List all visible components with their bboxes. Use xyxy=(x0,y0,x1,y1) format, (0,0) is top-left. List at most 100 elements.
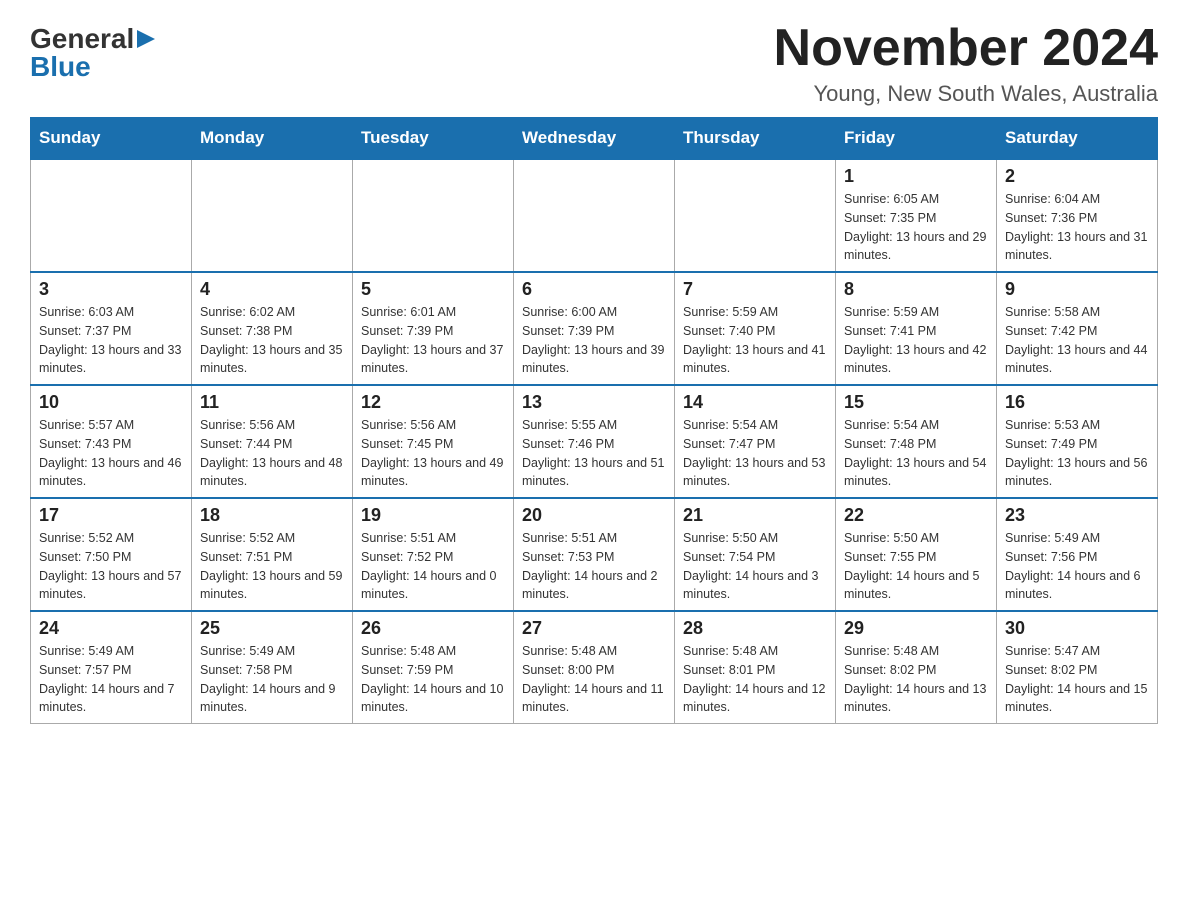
day-number: 2 xyxy=(1005,166,1149,187)
title-block: November 2024 Young, New South Wales, Au… xyxy=(774,20,1158,107)
day-number: 18 xyxy=(200,505,344,526)
calendar-cell: 19 Sunrise: 5:51 AMSunset: 7:52 PMDayligh… xyxy=(353,498,514,611)
day-info: Sunrise: 5:56 AMSunset: 7:44 PMDaylight:… xyxy=(200,416,344,491)
calendar-cell: 21 Sunrise: 5:50 AMSunset: 7:54 PMDayligh… xyxy=(675,498,836,611)
calendar-cell: 20 Sunrise: 5:51 AMSunset: 7:53 PMDayligh… xyxy=(514,498,675,611)
day-info: Sunrise: 5:50 AMSunset: 7:54 PMDaylight:… xyxy=(683,529,827,604)
day-info: Sunrise: 5:59 AMSunset: 7:40 PMDaylight:… xyxy=(683,303,827,378)
calendar-header-row: SundayMondayTuesdayWednesdayThursdayFrid… xyxy=(31,118,1158,160)
calendar-cell: 22Sunrise: 5:50 AMSunset: 7:55 PMDayligh… xyxy=(836,498,997,611)
day-number: 19 xyxy=(361,505,505,526)
day-number: 11 xyxy=(200,392,344,413)
day-info: Sunrise: 6:00 AMSunset: 7:39 PMDaylight:… xyxy=(522,303,666,378)
day-number: 10 xyxy=(39,392,183,413)
day-info: Sunrise: 5:51 AMSunset: 7:53 PMDaylight:… xyxy=(522,529,666,604)
calendar-cell: 2 Sunrise: 6:04 AMSunset: 7:36 PMDaylight… xyxy=(997,159,1158,272)
day-info: Sunrise: 5:48 AMSunset: 8:01 PMDaylight:… xyxy=(683,642,827,717)
column-header-saturday: Saturday xyxy=(997,118,1158,160)
day-number: 8 xyxy=(844,279,988,300)
calendar-table: SundayMondayTuesdayWednesdayThursdayFrid… xyxy=(30,117,1158,724)
calendar-cell: 18 Sunrise: 5:52 AMSunset: 7:51 PMDayligh… xyxy=(192,498,353,611)
calendar-cell: 1 Sunrise: 6:05 AMSunset: 7:35 PMDaylight… xyxy=(836,159,997,272)
day-info: Sunrise: 6:03 AMSunset: 7:37 PMDaylight:… xyxy=(39,303,183,378)
month-title: November 2024 xyxy=(774,20,1158,77)
column-header-monday: Monday xyxy=(192,118,353,160)
day-info: Sunrise: 5:49 AMSunset: 7:58 PMDaylight:… xyxy=(200,642,344,717)
column-header-tuesday: Tuesday xyxy=(353,118,514,160)
day-number: 30 xyxy=(1005,618,1149,639)
day-info: Sunrise: 6:01 AMSunset: 7:39 PMDaylight:… xyxy=(361,303,505,378)
day-number: 16 xyxy=(1005,392,1149,413)
day-info: Sunrise: 5:49 AMSunset: 7:57 PMDaylight:… xyxy=(39,642,183,717)
day-info: Sunrise: 5:51 AMSunset: 7:52 PMDaylight:… xyxy=(361,529,505,604)
calendar-cell: 16 Sunrise: 5:53 AMSunset: 7:49 PMDayligh… xyxy=(997,385,1158,498)
logo: General Blue xyxy=(30,20,155,81)
calendar-cell xyxy=(675,159,836,272)
calendar-cell: 28 Sunrise: 5:48 AMSunset: 8:01 PMDayligh… xyxy=(675,611,836,724)
day-number: 23 xyxy=(1005,505,1149,526)
day-number: 22 xyxy=(844,505,988,526)
day-number: 9 xyxy=(1005,279,1149,300)
day-info: Sunrise: 5:49 AMSunset: 7:56 PMDaylight:… xyxy=(1005,529,1149,604)
calendar-cell: 10 Sunrise: 5:57 AMSunset: 7:43 PMDayligh… xyxy=(31,385,192,498)
day-number: 14 xyxy=(683,392,827,413)
calendar-cell: 7 Sunrise: 5:59 AMSunset: 7:40 PMDaylight… xyxy=(675,272,836,385)
calendar-cell: 26Sunrise: 5:48 AMSunset: 7:59 PMDayligh… xyxy=(353,611,514,724)
logo-general-text: General xyxy=(30,25,134,53)
day-info: Sunrise: 5:57 AMSunset: 7:43 PMDaylight:… xyxy=(39,416,183,491)
calendar-cell xyxy=(31,159,192,272)
day-number: 28 xyxy=(683,618,827,639)
page-header: General Blue November 2024 Young, New So… xyxy=(30,20,1158,107)
calendar-cell: 5Sunrise: 6:01 AMSunset: 7:39 PMDaylight… xyxy=(353,272,514,385)
day-number: 20 xyxy=(522,505,666,526)
calendar-cell: 6 Sunrise: 6:00 AMSunset: 7:39 PMDaylight… xyxy=(514,272,675,385)
day-number: 12 xyxy=(361,392,505,413)
calendar-week-5: 24 Sunrise: 5:49 AMSunset: 7:57 PMDayligh… xyxy=(31,611,1158,724)
day-info: Sunrise: 5:52 AMSunset: 7:50 PMDaylight:… xyxy=(39,529,183,604)
location-subtitle: Young, New South Wales, Australia xyxy=(774,81,1158,107)
calendar-cell: 4Sunrise: 6:02 AMSunset: 7:38 PMDaylight… xyxy=(192,272,353,385)
calendar-cell: 29 Sunrise: 5:48 AMSunset: 8:02 PMDayligh… xyxy=(836,611,997,724)
day-number: 3 xyxy=(39,279,183,300)
day-number: 4 xyxy=(200,279,344,300)
calendar-cell: 23 Sunrise: 5:49 AMSunset: 7:56 PMDayligh… xyxy=(997,498,1158,611)
column-header-thursday: Thursday xyxy=(675,118,836,160)
day-info: Sunrise: 5:58 AMSunset: 7:42 PMDaylight:… xyxy=(1005,303,1149,378)
day-number: 29 xyxy=(844,618,988,639)
day-info: Sunrise: 5:48 AMSunset: 7:59 PMDaylight:… xyxy=(361,642,505,717)
day-number: 25 xyxy=(200,618,344,639)
day-info: Sunrise: 5:59 AMSunset: 7:41 PMDaylight:… xyxy=(844,303,988,378)
day-info: Sunrise: 5:48 AMSunset: 8:00 PMDaylight:… xyxy=(522,642,666,717)
day-info: Sunrise: 5:54 AMSunset: 7:47 PMDaylight:… xyxy=(683,416,827,491)
day-number: 21 xyxy=(683,505,827,526)
calendar-cell: 24 Sunrise: 5:49 AMSunset: 7:57 PMDayligh… xyxy=(31,611,192,724)
column-header-friday: Friday xyxy=(836,118,997,160)
day-number: 1 xyxy=(844,166,988,187)
day-info: Sunrise: 6:05 AMSunset: 7:35 PMDaylight:… xyxy=(844,190,988,265)
calendar-week-1: 1 Sunrise: 6:05 AMSunset: 7:35 PMDaylight… xyxy=(31,159,1158,272)
calendar-cell: 15Sunrise: 5:54 AMSunset: 7:48 PMDayligh… xyxy=(836,385,997,498)
calendar-cell: 14 Sunrise: 5:54 AMSunset: 7:47 PMDayligh… xyxy=(675,385,836,498)
column-header-sunday: Sunday xyxy=(31,118,192,160)
calendar-cell: 12 Sunrise: 5:56 AMSunset: 7:45 PMDayligh… xyxy=(353,385,514,498)
day-number: 7 xyxy=(683,279,827,300)
calendar-cell: 27 Sunrise: 5:48 AMSunset: 8:00 PMDayligh… xyxy=(514,611,675,724)
logo-blue-text: Blue xyxy=(30,53,91,81)
calendar-cell xyxy=(514,159,675,272)
day-info: Sunrise: 5:52 AMSunset: 7:51 PMDaylight:… xyxy=(200,529,344,604)
calendar-week-3: 10 Sunrise: 5:57 AMSunset: 7:43 PMDayligh… xyxy=(31,385,1158,498)
calendar-cell: 8 Sunrise: 5:59 AMSunset: 7:41 PMDaylight… xyxy=(836,272,997,385)
day-info: Sunrise: 5:56 AMSunset: 7:45 PMDaylight:… xyxy=(361,416,505,491)
calendar-week-4: 17 Sunrise: 5:52 AMSunset: 7:50 PMDayligh… xyxy=(31,498,1158,611)
day-info: Sunrise: 5:55 AMSunset: 7:46 PMDaylight:… xyxy=(522,416,666,491)
logo-arrow-icon xyxy=(137,30,155,53)
day-info: Sunrise: 5:53 AMSunset: 7:49 PMDaylight:… xyxy=(1005,416,1149,491)
day-info: Sunrise: 5:48 AMSunset: 8:02 PMDaylight:… xyxy=(844,642,988,717)
day-info: Sunrise: 6:04 AMSunset: 7:36 PMDaylight:… xyxy=(1005,190,1149,265)
day-number: 24 xyxy=(39,618,183,639)
day-number: 17 xyxy=(39,505,183,526)
day-info: Sunrise: 5:54 AMSunset: 7:48 PMDaylight:… xyxy=(844,416,988,491)
day-number: 6 xyxy=(522,279,666,300)
calendar-week-2: 3 Sunrise: 6:03 AMSunset: 7:37 PMDaylight… xyxy=(31,272,1158,385)
day-number: 27 xyxy=(522,618,666,639)
